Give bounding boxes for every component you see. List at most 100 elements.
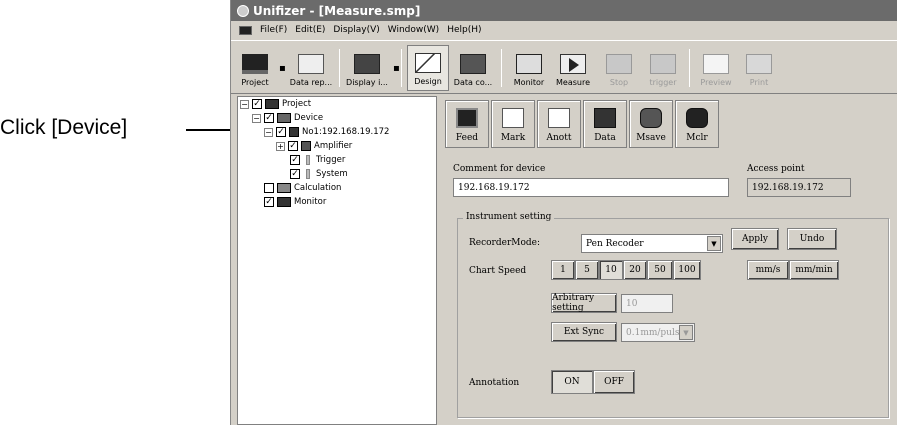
design-label: Design bbox=[414, 77, 442, 86]
tree-expander[interactable]: + bbox=[276, 141, 285, 151]
design-icon bbox=[415, 53, 441, 73]
data-collection-icon bbox=[460, 54, 486, 74]
speed-button-10[interactable]: 10 bbox=[599, 260, 623, 280]
monitor-label: Monitor bbox=[513, 78, 545, 87]
ext-sync-select: 0.1mm/pulse ▼ bbox=[621, 323, 695, 342]
tree-checkbox[interactable] bbox=[252, 99, 262, 109]
tree-checkbox[interactable] bbox=[290, 155, 300, 165]
ext-sync-button[interactable]: Ext Sync bbox=[551, 322, 617, 342]
tree-expander[interactable]: − bbox=[252, 113, 261, 123]
chevron-down-icon[interactable]: ▼ bbox=[707, 236, 721, 251]
feed-label: Feed bbox=[455, 133, 479, 143]
project-tree: − Project − Device − No1:192.168.19.172 … bbox=[237, 96, 437, 425]
tree-label: Project bbox=[282, 99, 312, 109]
comment-input[interactable]: 192.168.19.172 bbox=[453, 178, 729, 197]
speed-button-20[interactable]: 20 bbox=[623, 260, 647, 280]
tree-item-project[interactable]: − Project bbox=[240, 99, 311, 109]
system-icon bbox=[306, 169, 310, 179]
annotation-label: Anott bbox=[546, 133, 572, 143]
measure-button[interactable]: Measure bbox=[551, 45, 595, 91]
annotation-button[interactable]: Anott bbox=[537, 100, 581, 148]
calculation-icon bbox=[277, 183, 291, 193]
tree-checkbox[interactable] bbox=[290, 169, 300, 179]
unit-mm-per-s-button[interactable]: mm/s bbox=[747, 260, 789, 280]
trigger-button[interactable]: trigger bbox=[643, 45, 683, 91]
mark-label: Mark bbox=[500, 133, 526, 143]
speed-button-100[interactable]: 100 bbox=[673, 260, 701, 280]
tree-label: Trigger bbox=[316, 155, 346, 165]
data-collection-button[interactable]: Data co... bbox=[451, 45, 495, 91]
tree-item-monitor[interactable]: Monitor bbox=[264, 197, 326, 207]
menu-help[interactable]: Help(H) bbox=[447, 25, 481, 35]
tree-checkbox[interactable] bbox=[276, 127, 286, 137]
display-label: Display i... bbox=[346, 78, 388, 87]
annotation-icon bbox=[548, 108, 570, 128]
monitor-icon bbox=[516, 54, 542, 74]
preview-button[interactable]: Preview bbox=[695, 45, 737, 91]
stop-icon bbox=[606, 54, 632, 74]
annotation-off-button[interactable]: OFF bbox=[593, 370, 635, 394]
menu-display[interactable]: Display(V) bbox=[333, 25, 379, 35]
arbitrary-setting-button[interactable]: Arbitrary setting bbox=[551, 293, 617, 313]
data-report-button[interactable]: Data rep... bbox=[287, 45, 335, 91]
tree-checkbox[interactable] bbox=[264, 183, 274, 193]
annotation-on-button[interactable]: ON bbox=[551, 370, 593, 394]
printer-icon bbox=[746, 54, 772, 74]
project-button[interactable]: Project bbox=[235, 45, 275, 91]
apply-button[interactable]: Apply bbox=[731, 228, 779, 250]
display-dropdown-icon[interactable]: ▪ bbox=[393, 63, 400, 74]
recorder-mode-value: Pen Recoder bbox=[586, 238, 644, 249]
feed-button[interactable]: Feed bbox=[445, 100, 489, 148]
design-button[interactable]: Design bbox=[407, 45, 449, 91]
tree-item-node[interactable]: − No1:192.168.19.172 bbox=[264, 127, 389, 137]
stop-button[interactable]: Stop bbox=[599, 45, 639, 91]
annotation-label: Annotation bbox=[469, 378, 520, 388]
project-icon bbox=[265, 99, 279, 109]
tree-checkbox[interactable] bbox=[264, 113, 274, 123]
preview-icon bbox=[703, 54, 729, 74]
tree-item-device[interactable]: − Device bbox=[252, 113, 323, 123]
tree-expander[interactable]: − bbox=[240, 99, 249, 109]
data-button[interactable]: Data bbox=[583, 100, 627, 148]
tree-checkbox[interactable] bbox=[264, 197, 274, 207]
unit-mm-per-min-button[interactable]: mm/min bbox=[789, 260, 839, 280]
mclr-button[interactable]: Mclr bbox=[675, 100, 719, 148]
speed-button-5[interactable]: 5 bbox=[575, 260, 599, 280]
mark-button[interactable]: Mark bbox=[491, 100, 535, 148]
tree-item-calculation[interactable]: Calculation bbox=[264, 183, 341, 193]
undo-button[interactable]: Undo bbox=[787, 228, 837, 250]
speed-button-1[interactable]: 1 bbox=[551, 260, 575, 280]
monitor-button[interactable]: Monitor bbox=[507, 45, 551, 91]
menu-window[interactable]: Window(W) bbox=[388, 25, 439, 35]
msave-button[interactable]: Msave bbox=[629, 100, 673, 148]
tree-label: Device bbox=[294, 113, 324, 123]
project-dropdown-icon[interactable]: ▪ bbox=[279, 63, 286, 74]
print-label: Print bbox=[749, 78, 769, 87]
print-button[interactable]: Print bbox=[739, 45, 779, 91]
menu-edit[interactable]: Edit(E) bbox=[295, 25, 325, 35]
display-button[interactable]: Display i... bbox=[343, 45, 391, 91]
arbitrary-setting-input: 10 bbox=[621, 294, 673, 313]
recorder-mode-select[interactable]: Pen Recoder ▼ bbox=[581, 234, 723, 253]
tree-item-system[interactable]: System bbox=[290, 169, 348, 179]
data-report-label: Data rep... bbox=[289, 78, 333, 87]
tree-label: Monitor bbox=[294, 197, 327, 207]
chevron-down-icon: ▼ bbox=[679, 325, 693, 340]
msave-label: Msave bbox=[636, 133, 666, 143]
memory-clear-icon bbox=[686, 108, 708, 128]
tree-checkbox[interactable] bbox=[288, 141, 298, 151]
measure-label: Measure bbox=[556, 78, 590, 87]
menu-file[interactable]: File(F) bbox=[260, 25, 287, 35]
project-button-label: Project bbox=[241, 78, 269, 87]
ext-sync-value: 0.1mm/pulse bbox=[626, 327, 685, 338]
preview-label: Preview bbox=[700, 78, 732, 87]
tree-label: No1:192.168.19.172 bbox=[302, 127, 390, 137]
tree-label: Amplifier bbox=[314, 141, 353, 151]
tree-item-trigger[interactable]: Trigger bbox=[290, 155, 345, 165]
speed-button-50[interactable]: 50 bbox=[647, 260, 673, 280]
tree-label: Calculation bbox=[294, 183, 342, 193]
menu-app-icon bbox=[239, 25, 252, 35]
tree-item-amplifier[interactable]: + Amplifier bbox=[276, 141, 352, 151]
recorder-icon bbox=[289, 127, 299, 137]
tree-expander[interactable]: − bbox=[264, 127, 273, 137]
